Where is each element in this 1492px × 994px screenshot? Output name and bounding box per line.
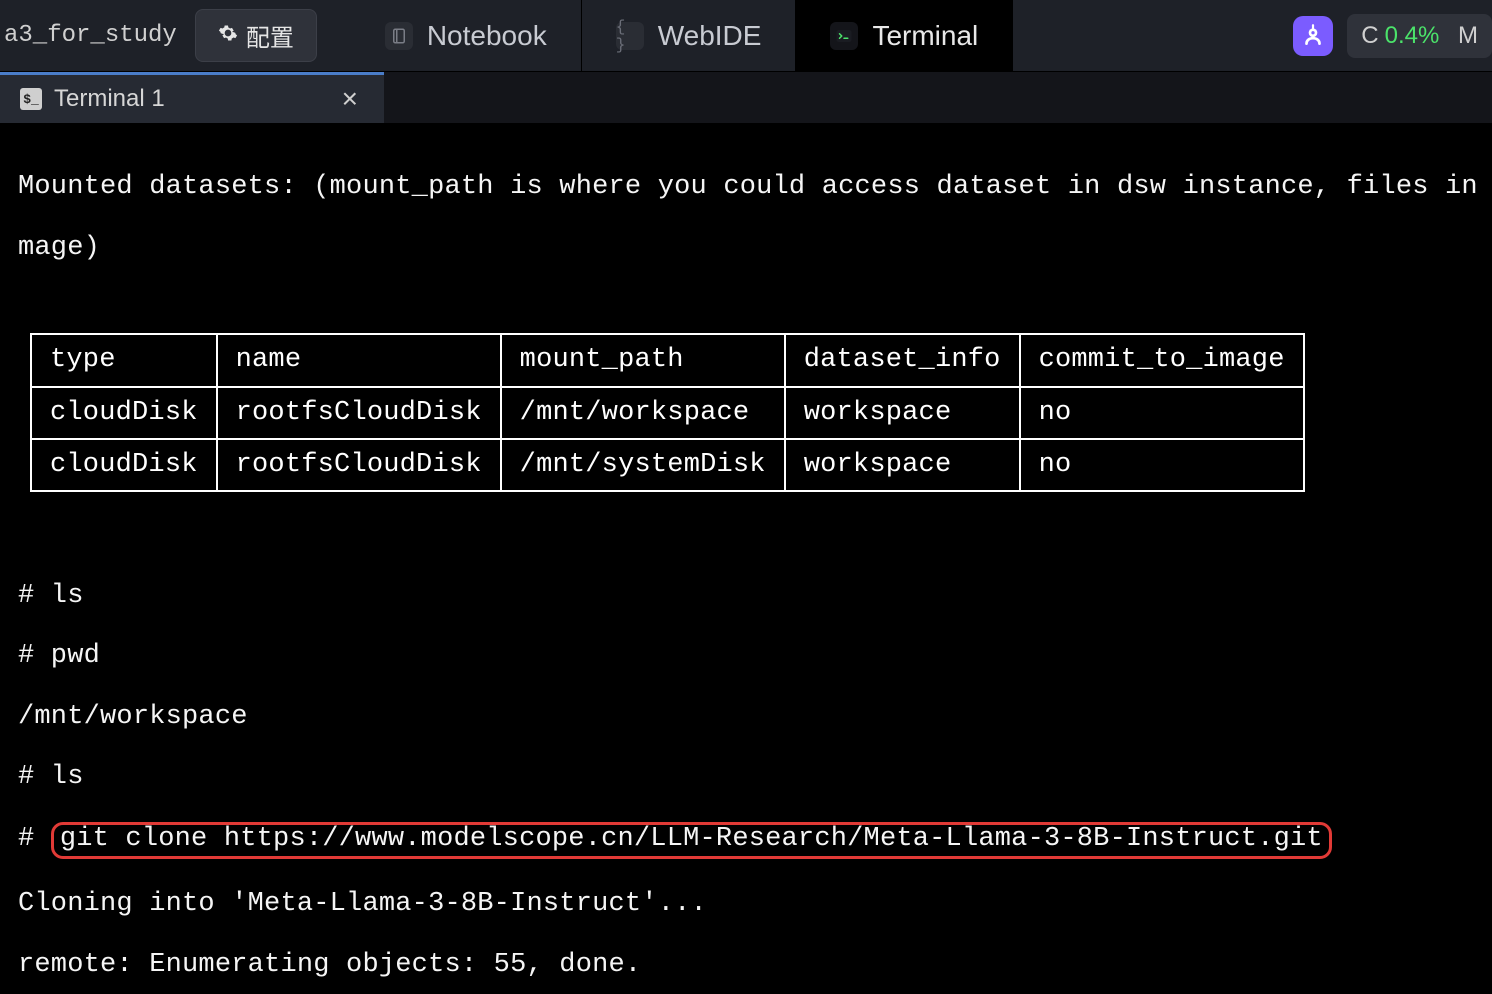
workspace-name: a3_for_study	[0, 22, 195, 49]
terminal-line: /mnt/workspace	[18, 702, 1478, 732]
th-type: type	[31, 334, 217, 386]
table-row: cloudDisk rootfsCloudDisk /mnt/systemDis…	[31, 439, 1304, 491]
tab-well: $_ Terminal 1 ×	[0, 72, 1492, 124]
terminal-icon	[830, 22, 858, 50]
status-area: C 0.4% M	[1293, 14, 1492, 58]
terminal-line: Cloning into 'Meta-Llama-3-8B-Instruct'.…	[18, 889, 1478, 919]
th-dataset-info: dataset_info	[785, 334, 1020, 386]
top-bar: a3_for_study 配置 Notebook { } WebIDE Term…	[0, 0, 1492, 72]
terminal-line: # ls	[18, 581, 1478, 611]
gear-icon	[218, 22, 238, 50]
tab-terminal[interactable]: Terminal	[796, 0, 1013, 71]
tab-label: Terminal	[872, 20, 978, 52]
main-tabs: Notebook { } WebIDE Terminal	[351, 0, 1293, 71]
notebook-icon	[385, 22, 413, 50]
table-row: cloudDisk rootfsCloudDisk /mnt/workspace…	[31, 387, 1304, 439]
terminal-line: remote: Enumerating objects: 55, done.	[18, 950, 1478, 980]
config-label: 配置	[246, 18, 294, 53]
file-tab-title: Terminal 1	[54, 85, 165, 113]
th-name: name	[217, 334, 501, 386]
terminal-line: # ls	[18, 762, 1478, 792]
cpu-stat: C 0.4% M	[1347, 14, 1492, 58]
terminal-line: Mounted datasets: (mount_path is where y…	[18, 172, 1478, 202]
th-commit: commit_to_image	[1020, 334, 1304, 386]
terminal-line: # pwd	[18, 641, 1478, 671]
app-logo-icon[interactable]	[1293, 16, 1333, 56]
tab-webide[interactable]: { } WebIDE	[582, 0, 797, 71]
mounted-datasets-table: type name mount_path dataset_info commit…	[30, 333, 1305, 492]
cpu-percent: 0.4%	[1385, 22, 1440, 50]
tab-label: Notebook	[427, 20, 547, 52]
highlight-annotation: git clone https://www.modelscope.cn/LLM-…	[51, 822, 1332, 858]
terminal-line: mage)	[18, 233, 1478, 263]
th-mount-path: mount_path	[501, 334, 785, 386]
code-icon: { }	[616, 22, 644, 50]
close-icon[interactable]: ×	[336, 85, 364, 113]
cpu-label: C	[1361, 22, 1378, 50]
terminal-badge-icon: $_	[20, 88, 42, 110]
terminal-output[interactable]: Mounted datasets: (mount_path is where y…	[0, 124, 1492, 994]
tab-notebook[interactable]: Notebook	[351, 0, 582, 71]
file-tab-terminal-1[interactable]: $_ Terminal 1 ×	[0, 72, 384, 123]
config-button[interactable]: 配置	[195, 9, 317, 62]
mem-label: M	[1458, 22, 1478, 50]
tab-label: WebIDE	[658, 20, 762, 52]
table-header-row: type name mount_path dataset_info commit…	[31, 334, 1304, 386]
terminal-line-git-clone: # git clone https://www.modelscope.cn/LL…	[18, 822, 1478, 858]
